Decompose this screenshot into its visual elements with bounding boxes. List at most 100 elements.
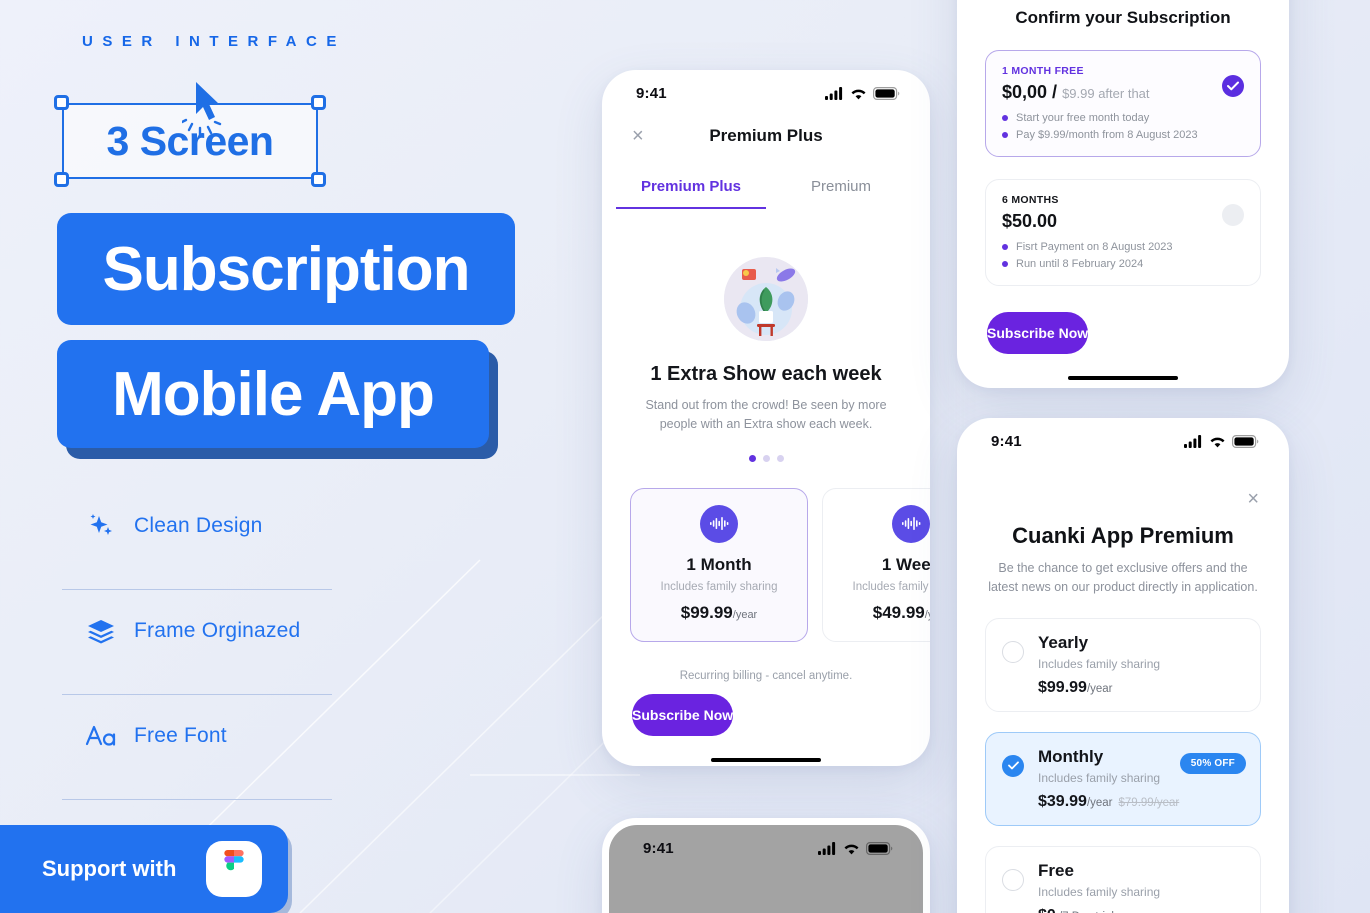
divider xyxy=(62,694,332,695)
left-promo-panel: USER INTERFACE 3 Screen Subscription Mob… xyxy=(0,0,600,913)
plan-description: Includes family sharing xyxy=(660,580,778,593)
plan-name: 1 Week xyxy=(881,554,930,574)
phone-bottom-placeholder: 9:41 xyxy=(602,818,930,913)
radio-unselected-icon[interactable] xyxy=(1002,868,1024,891)
divider xyxy=(62,589,332,590)
headline-line-2: Mobile App xyxy=(57,340,489,448)
option-original-price: $79.99/year xyxy=(1118,796,1180,809)
option-period: /year xyxy=(1086,796,1113,809)
option-price: $0 xyxy=(1038,907,1056,913)
resize-handle-bottom-right[interactable] xyxy=(311,172,326,187)
card-bullet: Run until 8 February 2024 xyxy=(1002,258,1244,270)
hero-subtitle: Stand out from the crowd! Be seen by mor… xyxy=(645,398,887,432)
plan-name: 1 Month xyxy=(686,554,752,574)
radio-unselected-icon[interactable] xyxy=(1002,640,1024,663)
nav-bar: × Premium Plus xyxy=(602,116,930,156)
radio-selected-icon[interactable] xyxy=(1222,75,1244,97)
option-name: Free xyxy=(1038,860,1074,880)
radio-selected-icon[interactable] xyxy=(1002,754,1024,777)
phone-screen-placeholder: 9:41 xyxy=(609,825,923,913)
waveform-icon xyxy=(700,504,738,543)
carousel-dot[interactable] xyxy=(748,454,756,462)
feature-label: Frame Orginazed xyxy=(134,619,301,642)
support-with-figma-banner[interactable]: Support with xyxy=(0,825,288,913)
plan-cards: 1 Month Includes family sharing $99.99/y… xyxy=(602,487,931,642)
plan-description: Includes family sharing xyxy=(852,580,931,593)
card-kicker: 6 MONTHS xyxy=(1002,194,1059,206)
eyebrow-text: USER INTERFACE xyxy=(82,33,346,50)
page-subtitle: Be the chance to get exclusive offers an… xyxy=(988,561,1258,595)
carousel-dots[interactable] xyxy=(602,454,930,462)
figma-icon xyxy=(206,841,262,897)
discount-badge: 50% OFF xyxy=(1179,752,1246,774)
feature-label: Clean Design xyxy=(134,514,263,537)
feature-item-clean-design: Clean Design xyxy=(62,495,392,600)
plan-period: /year xyxy=(732,608,758,621)
card-bullet: Start your free month today xyxy=(1002,112,1244,124)
page-title: Confirm your Subscription xyxy=(1015,8,1231,27)
card-bullet: Fisrt Payment on 8 August 2023 xyxy=(1002,241,1244,253)
battery-icon xyxy=(1232,434,1259,448)
plan-card-1-week[interactable]: 1 Week Includes family sharing $49.99/ye… xyxy=(822,487,931,642)
feature-item-frame-organized: Frame Orginazed xyxy=(62,600,392,705)
home-indicator xyxy=(711,757,821,762)
feature-label: Free Font xyxy=(134,724,227,747)
status-icons xyxy=(818,841,893,855)
hero-title: 1 Extra Show each week xyxy=(650,363,882,385)
plan-card-1-month[interactable]: 1 Month Includes family sharing $99.99/y… xyxy=(630,487,808,642)
option-card-monthly[interactable]: 50% OFF Monthly Includes family sharing … xyxy=(985,731,1261,826)
carousel-dot[interactable] xyxy=(762,454,770,462)
status-time: 9:41 xyxy=(643,839,674,857)
cellular-icon xyxy=(818,841,836,855)
cursor-arrow-icon xyxy=(182,82,222,137)
cellular-icon xyxy=(1184,434,1202,448)
layers-icon xyxy=(84,614,118,648)
card-amount-note: $9.99 after that xyxy=(1062,86,1150,101)
subscribe-now-button[interactable]: Subscribe Now xyxy=(632,693,734,736)
option-description: Includes family sharing xyxy=(1038,884,1161,899)
resize-handle-top-left[interactable] xyxy=(54,95,69,110)
headline-line-1: Subscription xyxy=(57,213,515,325)
radio-unselected-icon[interactable] xyxy=(1222,204,1244,226)
subscribe-now-button[interactable]: Subscribe Now xyxy=(987,312,1089,354)
resize-handle-bottom-left[interactable] xyxy=(54,172,69,187)
divider xyxy=(62,799,332,800)
tab-premium[interactable]: Premium xyxy=(766,178,916,209)
battery-icon xyxy=(873,86,900,100)
status-bar: 9:41 xyxy=(602,70,930,116)
cellular-icon xyxy=(825,86,843,100)
plan-price: $49.99 xyxy=(872,602,925,622)
option-period: /year xyxy=(1086,682,1113,695)
option-price: $39.99 xyxy=(1038,792,1087,810)
carousel-dot[interactable] xyxy=(776,454,784,462)
status-bar: 9:41 xyxy=(609,825,923,871)
status-bar: 9:41 xyxy=(957,418,1289,464)
support-label: Support with xyxy=(42,856,177,881)
card-bullet: Pay $9.99/month from 8 August 2023 xyxy=(1002,129,1244,141)
phone-cuanki-app-premium: 9:41 × Cuanki App Premium Be the chance … xyxy=(957,418,1289,913)
wifi-icon xyxy=(1210,437,1225,447)
option-card-free[interactable]: Free Includes family sharing $0 /7 Day t… xyxy=(985,845,1261,913)
option-card-yearly[interactable]: Yearly Includes family sharing $99.99/ye… xyxy=(985,617,1261,712)
status-time: 9:41 xyxy=(991,432,1022,450)
phone-confirm-subscription: Confirm your Subscription 1 MONTH FREE $… xyxy=(957,0,1289,388)
subscription-card-1-month-free[interactable]: 1 MONTH FREE $0,00 / $9.99 after that St… xyxy=(985,50,1261,157)
status-icons xyxy=(1184,434,1259,448)
sparkle-icon xyxy=(84,509,118,543)
close-icon[interactable]: × xyxy=(957,464,1289,511)
hero-illustration xyxy=(724,257,808,341)
tab-premium-plus[interactable]: Premium Plus xyxy=(616,178,766,209)
subscription-card-6-months[interactable]: 6 MONTHS $50.00 Fisrt Payment on 8 Augus… xyxy=(985,179,1261,286)
status-time: 9:41 xyxy=(636,84,667,102)
card-amount: $0,00 / xyxy=(1002,82,1058,102)
option-price: $99.99 xyxy=(1038,678,1087,696)
phone-center-premium-plus: 9:41 × Premium Plus Premium Plus Premium xyxy=(602,70,930,766)
option-name: Yearly xyxy=(1038,632,1089,652)
tab-bar: Premium Plus Premium xyxy=(602,178,930,209)
page-title: Premium Plus xyxy=(709,126,823,145)
plan-price: $99.99 xyxy=(680,602,733,622)
status-icons xyxy=(825,86,900,100)
plan-period: /year xyxy=(924,608,930,621)
option-description: Includes family sharing xyxy=(1038,656,1161,671)
resize-handle-top-right[interactable] xyxy=(311,95,326,110)
